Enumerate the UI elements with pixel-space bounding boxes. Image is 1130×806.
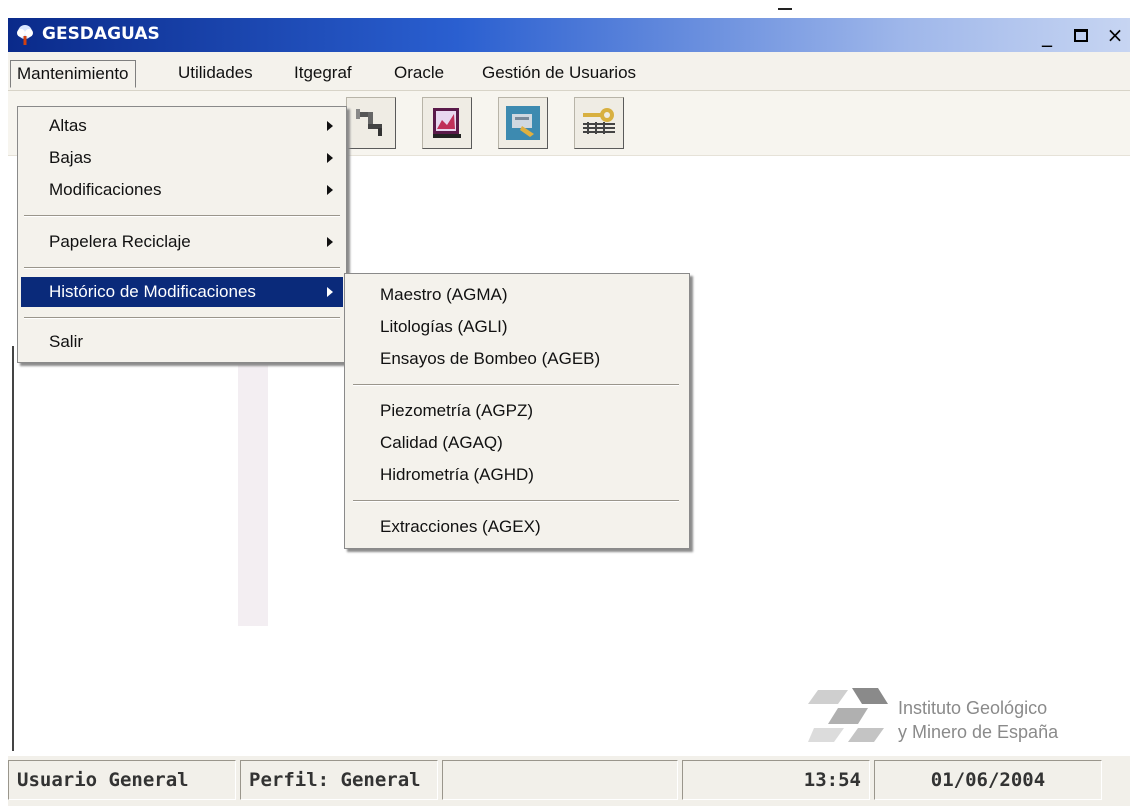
database-tool-icon <box>506 106 540 140</box>
submenu-arrow-icon <box>327 153 333 163</box>
status-empty <box>442 760 678 800</box>
menu-item-label: Salir <box>49 332 84 351</box>
submenu-item-ensayos-bombeo[interactable]: Ensayos de Bombeo (AGEB) <box>348 344 686 374</box>
close-button[interactable]: × <box>1100 22 1130 48</box>
toolbar-button-chart[interactable] <box>422 97 472 149</box>
window-controls: _ × <box>1032 22 1130 48</box>
submenu-item-calidad[interactable]: Calidad (AGAQ) <box>348 428 686 458</box>
menu-oracle[interactable]: Oracle <box>388 60 450 86</box>
submenu-arrow-icon <box>327 121 333 131</box>
historico-submenu: Maestro (AGMA) Litologías (AGLI) Ensayos… <box>344 273 690 549</box>
close-icon: × <box>1106 23 1124 47</box>
status-time: 13:54 <box>682 760 870 800</box>
submenu-item-extracciones[interactable]: Extracciones (AGEX) <box>348 512 686 542</box>
tree-icon <box>17 25 33 45</box>
submenu-item-maestro[interactable]: Maestro (AGMA) <box>348 280 686 310</box>
menu-item-label: Altas <box>49 116 87 135</box>
title-bar[interactable]: GESDAGUAS _ × <box>8 18 1130 52</box>
screen-edge-mark <box>778 8 792 10</box>
menu-utilidades[interactable]: Utilidades <box>172 60 259 86</box>
menu-separator <box>24 215 340 217</box>
submenu-item-label: Extracciones (AGEX) <box>380 517 541 536</box>
key-grid-icon <box>583 108 615 134</box>
submenu-item-label: Litologías (AGLI) <box>380 317 508 336</box>
toolbar-button-tool[interactable] <box>498 97 548 149</box>
status-date: 01/06/2004 <box>874 760 1102 800</box>
minimize-icon: _ <box>1042 23 1052 47</box>
submenu-item-label: Ensayos de Bombeo (AGEB) <box>380 349 601 368</box>
maximize-icon <box>1074 28 1088 42</box>
menu-separator <box>24 317 340 319</box>
submenu-item-litologias[interactable]: Litologías (AGLI) <box>348 312 686 342</box>
menu-item-label: Papelera Reciclaje <box>49 232 191 251</box>
logo-text: Instituto Geológico y Minero de España <box>898 696 1058 744</box>
status-user: Usuario General <box>8 760 236 800</box>
submenu-arrow-icon <box>327 287 333 297</box>
submenu-item-label: Hidrometría (AGHD) <box>380 465 534 484</box>
mantenimiento-dropdown: Altas Bajas Modificaciones Papelera Reci… <box>17 106 347 363</box>
menu-itgegraf[interactable]: Itgegraf <box>288 60 358 86</box>
menu-item-label: Bajas <box>49 148 92 167</box>
submenu-item-label: Maestro (AGMA) <box>380 285 508 304</box>
menu-mantenimiento[interactable]: Mantenimiento <box>10 60 136 88</box>
status-bar: Usuario General Perfil: General 13:54 01… <box>8 756 1130 806</box>
submenu-arrow-icon <box>327 185 333 195</box>
menu-item-salir[interactable]: Salir <box>21 327 343 357</box>
submenu-item-piezometria[interactable]: Piezometría (AGPZ) <box>348 396 686 426</box>
maximize-button[interactable] <box>1066 22 1096 48</box>
faucet-icon <box>356 109 382 136</box>
toolbar-button-faucet[interactable] <box>346 97 396 149</box>
submenu-separator <box>353 500 679 502</box>
submenu-item-hidrometria[interactable]: Hidrometría (AGHD) <box>348 460 686 490</box>
menu-item-bajas[interactable]: Bajas <box>21 143 343 173</box>
status-profile: Perfil: General <box>240 760 438 800</box>
inner-frame-edge <box>12 346 14 751</box>
menu-item-papelera[interactable]: Papelera Reciclaje <box>21 227 343 257</box>
submenu-item-label: Piezometría (AGPZ) <box>380 401 534 420</box>
submenu-item-label: Calidad (AGAQ) <box>380 433 503 452</box>
menu-item-label: Modificaciones <box>49 180 162 199</box>
minimize-button[interactable]: _ <box>1032 22 1062 48</box>
igme-logo: Instituto Geológico y Minero de España <box>808 684 1128 754</box>
menu-item-historico[interactable]: Histórico de Modificaciones <box>21 277 343 307</box>
logo-line-1: Instituto Geológico <box>898 698 1048 718</box>
submenu-separator <box>353 384 679 386</box>
menu-item-altas[interactable]: Altas <box>21 111 343 141</box>
menu-bar: Mantenimiento Utilidades Itgegraf Oracle… <box>8 52 1130 91</box>
menu-gestion-usuarios[interactable]: Gestión de Usuarios <box>476 60 642 86</box>
toolbar-button-keys[interactable] <box>574 97 624 149</box>
logo-line-2: y Minero de España <box>898 722 1059 742</box>
igme-logo-icon <box>808 688 888 742</box>
background-watermark <box>238 346 268 626</box>
app-window: GESDAGUAS _ × Mantenimiento Utilidades I… <box>8 18 1130 806</box>
menu-item-modificaciones[interactable]: Modificaciones <box>21 175 343 205</box>
menu-separator <box>24 267 340 269</box>
menu-item-label: Histórico de Modificaciones <box>49 282 256 301</box>
window-title: GESDAGUAS <box>42 24 160 44</box>
submenu-arrow-icon <box>327 237 333 247</box>
chart-book-icon <box>433 108 461 138</box>
